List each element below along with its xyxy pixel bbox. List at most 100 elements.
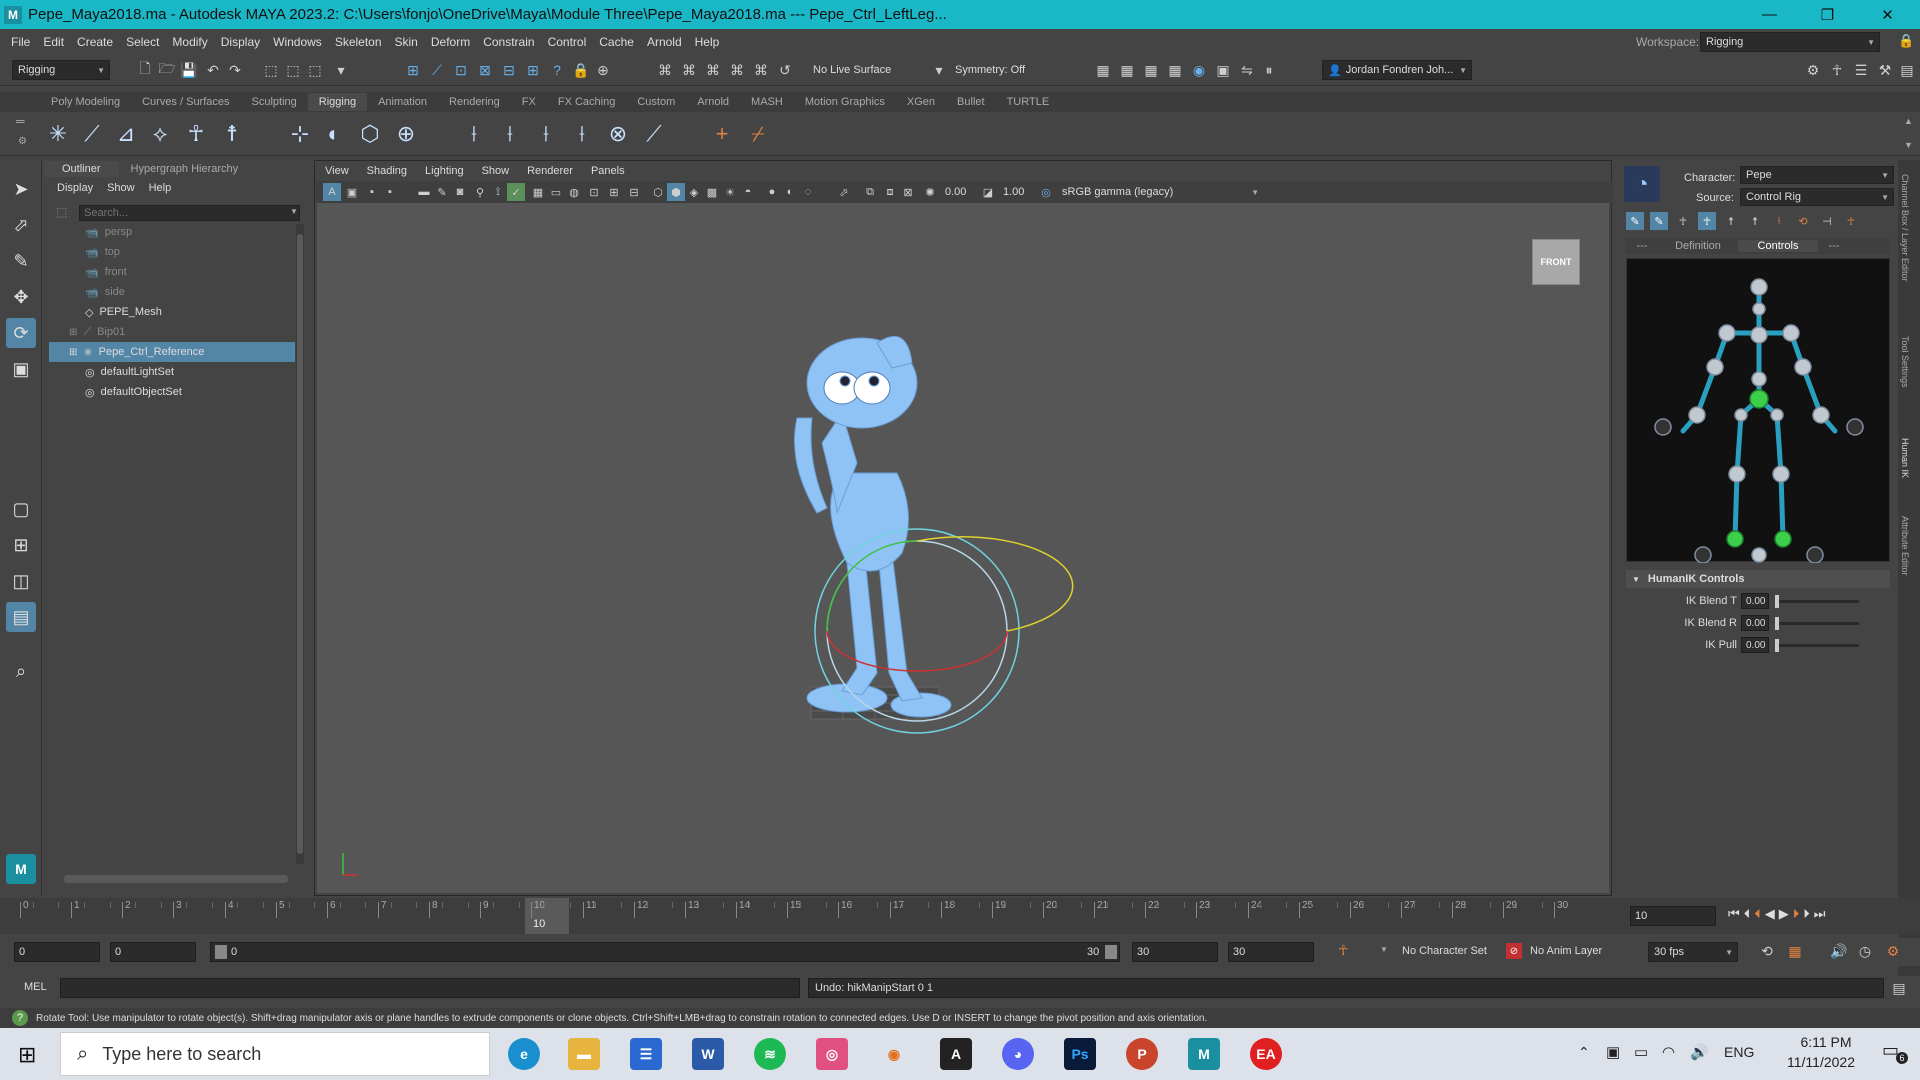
language-indicator[interactable]: ENG (1724, 1044, 1754, 1060)
list-item[interactable]: 📹 side (49, 282, 337, 302)
viewport-3d[interactable]: FRONT (317, 203, 1609, 893)
clock-time[interactable]: 6:11 PM (1786, 1034, 1866, 1050)
menu-modify[interactable]: Modify (172, 35, 207, 49)
motion-blur-icon[interactable]: ◐ (781, 183, 799, 201)
anim-layer-icon[interactable]: ⊘ (1506, 943, 1522, 959)
viewport-menu-lighting[interactable]: Lighting (425, 165, 464, 177)
viewport-menu-show[interactable]: Show (482, 165, 510, 177)
xray-joints-icon[interactable]: ⟟ (489, 183, 507, 201)
tab-controls[interactable]: Controls (1738, 240, 1818, 252)
tool-settings-icon[interactable]: ⚒ (1876, 61, 1894, 79)
menu-display[interactable]: Display (221, 35, 260, 49)
restore-button[interactable]: ❐ (1800, 0, 1855, 29)
input-lock-icon[interactable]: 🔒 (572, 61, 590, 79)
lights-icon[interactable]: ☀ (721, 183, 739, 201)
tab-rendering[interactable]: Rendering (438, 93, 511, 111)
film-gate-icon[interactable]: ▭ (547, 183, 565, 201)
capture-icon[interactable]: ◙ (451, 183, 469, 201)
edge-icon[interactable]: e (508, 1038, 540, 1070)
playback-speed-icon[interactable]: ◷ (1856, 942, 1874, 960)
step-back-frame-icon[interactable]: ⏴ (1754, 906, 1761, 922)
blender-icon[interactable]: ◉ (878, 1038, 910, 1070)
shadows-icon[interactable]: ◓ (739, 183, 757, 201)
menu-cache[interactable]: Cache (599, 35, 634, 49)
pin-translation-icon[interactable]: ⟊ (1770, 212, 1788, 230)
tab-definition[interactable]: Definition (1658, 240, 1738, 252)
isolate-select-icon[interactable]: ⬀ (835, 183, 853, 201)
snap-point-icon[interactable]: ⊡ (452, 61, 470, 79)
expand-icon[interactable]: ⊞ (69, 327, 77, 338)
menu-deform[interactable]: Deform (431, 35, 470, 49)
magnet-icon[interactable]: ⌘ (680, 61, 698, 79)
arnold-render-icon[interactable]: ▣ (1214, 61, 1232, 79)
notes-icon[interactable]: ☰ (630, 1038, 662, 1070)
tab-motion-graphics[interactable]: Motion Graphics (794, 93, 896, 111)
attribute-editor-icon[interactable]: ☰ (1852, 61, 1870, 79)
smooth-shade-icon[interactable]: ⬢ (667, 183, 685, 201)
bookmarks-icon[interactable]: ▪ (363, 183, 381, 201)
discord-icon[interactable]: ◕ (1002, 1038, 1034, 1070)
pause-icon[interactable]: ⏸ (1260, 61, 1278, 79)
snap-rotate-icon[interactable]: ↺ (776, 61, 794, 79)
point-constraint-icon[interactable]: ⟊ (494, 118, 526, 150)
save-scene-icon[interactable]: 💾 (180, 61, 198, 79)
tray-chevron-icon[interactable]: ⌃ (1578, 1044, 1590, 1061)
redo-icon[interactable]: ↷ (226, 61, 244, 79)
filter-icon[interactable]: ⬚ (56, 205, 67, 219)
menu-constrain[interactable]: Constrain (483, 35, 534, 49)
snap-vertex-icon[interactable]: ? (548, 61, 566, 79)
tab-bullet[interactable]: Bullet (946, 93, 996, 111)
current-frame-field[interactable]: 10 (1630, 906, 1716, 926)
viewport-menu-renderer[interactable]: Renderer (527, 165, 573, 177)
view-transform-dropdown[interactable]: sRGB gamma (legacy) ▼ (1057, 182, 1263, 202)
tab-channel-box[interactable]: Channel Box / Layer Editor (1900, 174, 1910, 282)
file-explorer-icon[interactable]: ▬ (568, 1038, 600, 1070)
shelf-scroll-up-icon[interactable]: ▲ (1904, 116, 1913, 126)
humanik-icon[interactable]: ☨ (216, 118, 248, 150)
new-scene-icon[interactable]: 🗋 (136, 60, 154, 79)
script-language-label[interactable]: MEL (24, 981, 47, 993)
hypershade-icon[interactable]: ◉ (1190, 61, 1208, 79)
ik-blend-t-field[interactable]: 0.00 (1741, 593, 1769, 609)
move-tool-icon[interactable]: ✥ (6, 282, 36, 312)
xray-icon[interactable]: ⧉ (861, 183, 879, 201)
list-item[interactable]: ◎ defaultObjectSet (49, 382, 337, 402)
single-view-icon[interactable]: ▢ (6, 494, 36, 524)
snap-view-plane-icon[interactable]: ⊠ (476, 61, 494, 79)
grid-icon[interactable]: ▦ (529, 183, 547, 201)
workspace-dropdown[interactable]: Rigging ▼ (1700, 32, 1880, 52)
undo-icon[interactable]: ↶ (204, 61, 222, 79)
field-chart-icon[interactable]: ⊞ (605, 183, 623, 201)
scale-constraint-icon[interactable]: ⟊ (566, 118, 598, 150)
mirror-joints-icon[interactable]: ⊿ (110, 118, 142, 150)
lasso-tool-icon[interactable]: ⬀ (6, 210, 36, 240)
construction-history-icon[interactable]: ⌘ (656, 61, 674, 79)
auto-key-icon[interactable]: ▦ (1786, 942, 1804, 960)
play-forwards-icon[interactable]: ▶ (1779, 906, 1789, 922)
step-back-key-icon[interactable]: ⏴ (1744, 906, 1751, 922)
select-effector-icon[interactable]: ✎ (1626, 212, 1644, 230)
viewport-menu-shading[interactable]: Shading (367, 165, 407, 177)
anti-aliasing-icon[interactable]: ◌ (799, 183, 817, 201)
safe-action-icon[interactable]: ⊟ (625, 183, 643, 201)
word-icon[interactable]: W (692, 1038, 724, 1070)
ipr-render-icon[interactable]: ▦ (1142, 61, 1160, 79)
viewport-menu-panels[interactable]: Panels (591, 165, 625, 177)
menuset-dropdown[interactable]: Rigging ▼ (12, 60, 110, 80)
minimize-button[interactable]: — (1742, 0, 1797, 29)
snap-live-icon[interactable]: ⊞ (524, 61, 542, 79)
snap-curve-icon[interactable]: ⟋ (428, 61, 446, 79)
wifi-icon[interactable]: ◠ (1662, 1043, 1675, 1061)
autodesk-icon[interactable]: A (940, 1038, 972, 1070)
range-start-handle[interactable] (215, 945, 227, 959)
wireframe-icon[interactable]: ⬡ (649, 183, 667, 201)
spotify-icon[interactable]: ≋ (754, 1038, 786, 1070)
select-object-icon[interactable]: ⬚ (284, 61, 302, 79)
snap-grid-icon[interactable]: ⊞ (404, 61, 422, 79)
tab-fx[interactable]: FX (511, 93, 547, 111)
shelf-scroll-down-icon[interactable]: ▼ (1904, 140, 1913, 150)
unpin-icon[interactable]: ☥ (1842, 212, 1860, 230)
cluster-icon[interactable]: ⊕ (390, 118, 422, 150)
render-view-icon[interactable]: ▦ (1094, 61, 1112, 79)
tab-animation[interactable]: Animation (367, 93, 438, 111)
